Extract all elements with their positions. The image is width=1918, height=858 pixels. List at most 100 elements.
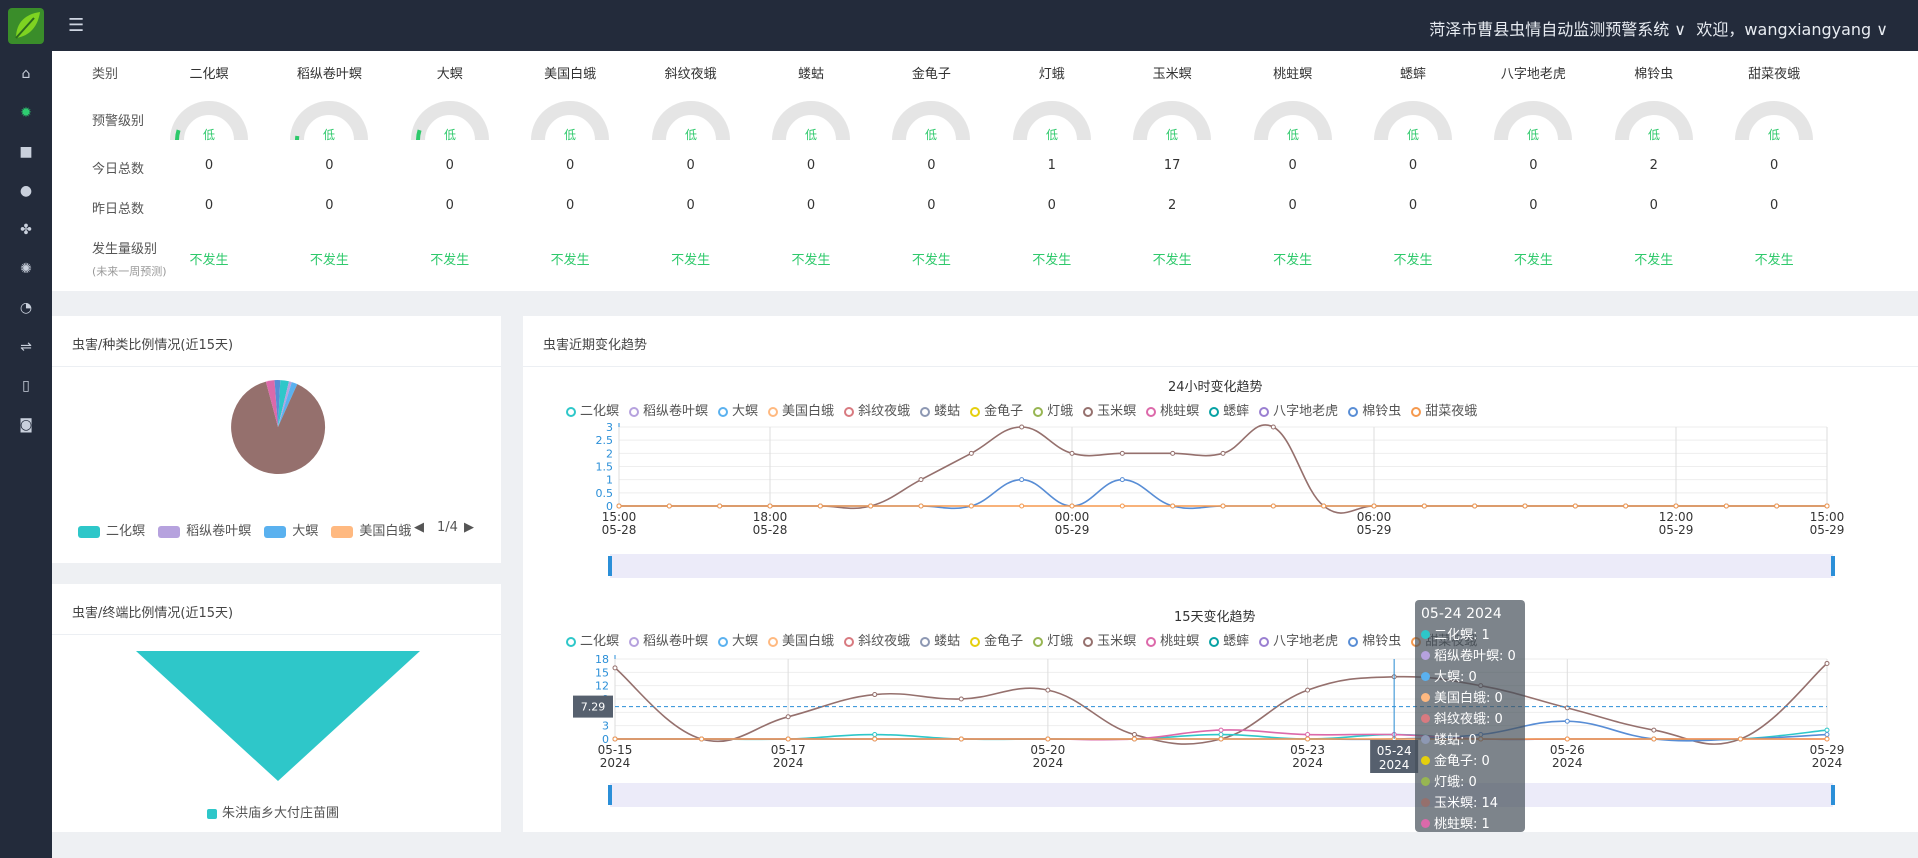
data-point[interactable] <box>1170 503 1176 509</box>
gauge-icon[interactable]: ◔ <box>15 297 37 319</box>
legend-label[interactable]: 桃蛀螟 <box>1160 634 1199 649</box>
data-point[interactable] <box>918 477 924 483</box>
data-point[interactable] <box>1472 503 1478 509</box>
legend-item[interactable]: 大螟 <box>264 524 318 539</box>
legend-label[interactable]: 蝼蛄 <box>934 634 960 649</box>
data-point[interactable] <box>958 696 964 702</box>
data-point[interactable] <box>1170 450 1176 456</box>
book-icon[interactable]: ▯ <box>15 375 37 397</box>
data-point[interactable] <box>1069 450 1075 456</box>
legend-item[interactable]: 稻纵卷叶螟 <box>158 524 251 539</box>
data-point[interactable] <box>666 503 672 509</box>
data-point[interactable] <box>868 503 874 509</box>
data-point[interactable] <box>1119 503 1125 509</box>
data-point[interactable] <box>1824 736 1830 742</box>
data-point[interactable] <box>817 503 823 509</box>
data-point[interactable] <box>872 732 878 738</box>
data-point[interactable] <box>1305 687 1311 693</box>
user-menu-dropdown[interactable]: 欢迎，wangxiangyang ∨ <box>1696 16 1888 40</box>
data-point[interactable] <box>1723 503 1729 509</box>
legend-label[interactable]: 八字地老虎 <box>1273 404 1338 419</box>
data-point[interactable] <box>1737 736 1743 742</box>
data-point[interactable] <box>918 503 924 509</box>
data-point[interactable] <box>1572 503 1578 509</box>
legend-label[interactable]: 大螟 <box>732 634 758 649</box>
data-point[interactable] <box>1651 736 1657 742</box>
data-point[interactable] <box>1824 660 1830 666</box>
data-point[interactable] <box>1220 450 1226 456</box>
data-point[interactable] <box>1824 503 1830 509</box>
alarm-icon[interactable]: ✺ <box>15 258 37 280</box>
legend-label[interactable]: 二化螟 <box>580 634 619 649</box>
data-point[interactable] <box>872 736 878 742</box>
camera-icon[interactable]: ■ <box>15 141 37 163</box>
bacteria-icon[interactable]: ✤ <box>15 219 37 241</box>
data-point[interactable] <box>1218 727 1224 733</box>
data-point[interactable] <box>612 736 618 742</box>
zoom-handle-right[interactable] <box>1831 785 1835 805</box>
legend-label[interactable]: 蟋蟀 <box>1223 634 1249 649</box>
legend-label[interactable]: 玉米螟 <box>1097 634 1136 649</box>
data-point[interactable] <box>1305 736 1311 742</box>
leaf-logo-icon[interactable] <box>8 8 44 44</box>
legend-label[interactable]: 桃蛀螟 <box>1160 404 1199 419</box>
data-point[interactable] <box>1651 727 1657 733</box>
data-point[interactable] <box>717 503 723 509</box>
data-point[interactable] <box>1069 503 1075 509</box>
data-point[interactable] <box>1421 503 1427 509</box>
data-point[interactable] <box>1019 424 1025 430</box>
data-point[interactable] <box>785 736 791 742</box>
legend-label[interactable]: 稻纵卷叶螟 <box>643 634 708 649</box>
data-point[interactable] <box>1522 503 1528 509</box>
data-point[interactable] <box>699 736 705 742</box>
legend-item[interactable]: 二化螟 <box>78 524 145 539</box>
data-point[interactable] <box>1321 503 1327 509</box>
legend-label[interactable]: 棉铃虫 <box>1362 634 1401 649</box>
series-line[interactable] <box>618 424 1827 514</box>
system-title-dropdown[interactable]: 菏泽市曹县虫情自动监测预警系统 ∨ <box>1429 16 1686 40</box>
data-point[interactable] <box>616 503 622 509</box>
data-point[interactable] <box>1564 718 1570 724</box>
data-point[interactable] <box>1305 732 1311 738</box>
data-point[interactable] <box>1218 732 1224 738</box>
zoom-handle-left[interactable] <box>608 556 612 576</box>
legend-label[interactable]: 美国白蛾 <box>782 634 834 649</box>
home-icon[interactable]: ⌂ <box>15 63 37 85</box>
insect-icon[interactable]: ✹ <box>15 102 37 124</box>
data-point[interactable] <box>1019 503 1025 509</box>
data-point[interactable] <box>1131 732 1137 738</box>
legend-label[interactable]: 玉米螟 <box>1097 404 1136 419</box>
data-point[interactable] <box>1045 687 1051 693</box>
legend-next-button[interactable]: ▶ <box>464 520 474 535</box>
menu-toggle-button[interactable]: ☰ <box>68 15 84 36</box>
zoom-handle-left[interactable] <box>608 785 612 805</box>
legend-label[interactable]: 蝼蛄 <box>934 404 960 419</box>
data-point[interactable] <box>968 450 974 456</box>
legend-label[interactable]: 斜纹夜蛾 <box>858 634 910 649</box>
legend-label[interactable]: 灯蛾 <box>1047 404 1073 419</box>
data-point[interactable] <box>958 736 964 742</box>
zoom-handle-right[interactable] <box>1831 556 1835 576</box>
legend-label[interactable]: 八字地老虎 <box>1273 634 1338 649</box>
legend-item[interactable]: 朱洪庙乡大付庄苗圃 <box>207 806 339 821</box>
data-point[interactable] <box>1220 503 1226 509</box>
data-point[interactable] <box>1119 450 1125 456</box>
data-point[interactable] <box>767 503 773 509</box>
data-point[interactable] <box>1131 736 1137 742</box>
legend-label[interactable]: 大螟 <box>732 404 758 419</box>
data-point[interactable] <box>1824 727 1830 733</box>
data-point[interactable] <box>612 665 618 671</box>
zoom-slider-24h[interactable] <box>610 554 1833 578</box>
legend-label[interactable]: 二化螟 <box>580 404 619 419</box>
data-point[interactable] <box>1045 736 1051 742</box>
water-drop-icon[interactable]: ● <box>15 180 37 202</box>
data-point[interactable] <box>1218 736 1224 742</box>
data-point[interactable] <box>1824 732 1830 738</box>
data-point[interactable] <box>785 714 791 720</box>
data-point[interactable] <box>1270 503 1276 509</box>
legend-label[interactable]: 斜纹夜蛾 <box>858 404 910 419</box>
zoom-slider-15d[interactable] <box>610 783 1833 807</box>
data-point[interactable] <box>1623 503 1629 509</box>
legend-label[interactable]: 美国白蛾 <box>782 404 834 419</box>
legend-label[interactable]: 金龟子 <box>984 634 1023 649</box>
